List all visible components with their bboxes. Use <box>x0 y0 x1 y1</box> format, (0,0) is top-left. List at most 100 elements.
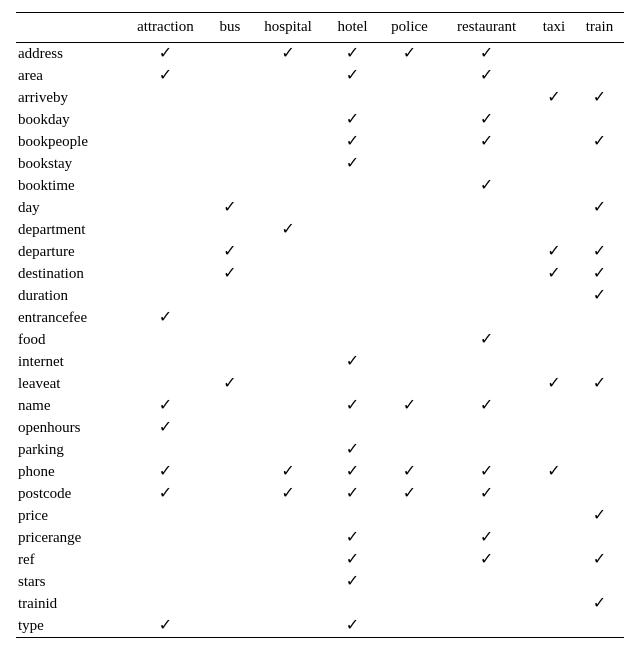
check-icon: ✓ <box>346 353 359 370</box>
cell: ✓ <box>440 549 533 571</box>
row-label: entrancefee <box>16 307 121 329</box>
cell <box>121 571 210 593</box>
table-row: type✓✓ <box>16 615 624 638</box>
cell <box>575 615 624 638</box>
cell <box>250 197 327 219</box>
table-row: name✓✓✓✓ <box>16 395 624 417</box>
cell <box>210 439 250 461</box>
table-row: internet✓ <box>16 351 624 373</box>
table-row: day✓✓ <box>16 197 624 219</box>
cell <box>575 483 624 505</box>
cell <box>379 439 441 461</box>
cell: ✓ <box>440 395 533 417</box>
cell: ✓ <box>440 109 533 131</box>
check-icon: ✓ <box>593 89 606 106</box>
row-label: ref <box>16 549 121 571</box>
check-icon: ✓ <box>346 573 359 590</box>
cell: ✓ <box>575 549 624 571</box>
table-row: duration✓ <box>16 285 624 307</box>
cell <box>250 351 327 373</box>
cell <box>121 131 210 153</box>
check-icon: ✓ <box>593 265 606 282</box>
cell <box>379 285 441 307</box>
cell: ✓ <box>326 65 378 87</box>
cell <box>575 153 624 175</box>
cell: ✓ <box>121 65 210 87</box>
row-label: stars <box>16 571 121 593</box>
cell <box>440 417 533 439</box>
cell <box>533 329 575 351</box>
cell: ✓ <box>210 197 250 219</box>
cell <box>210 175 250 197</box>
table-row: stars ✓ <box>16 571 624 593</box>
column-header: bus <box>210 13 250 43</box>
table-row: department✓ <box>16 219 624 241</box>
cell <box>326 593 378 615</box>
check-icon: ✓ <box>480 551 493 568</box>
cell <box>121 373 210 395</box>
cell <box>326 219 378 241</box>
cell <box>379 65 441 87</box>
check-icon: ✓ <box>403 45 416 62</box>
table-row: leaveat✓✓✓ <box>16 373 624 395</box>
check-icon: ✓ <box>403 485 416 502</box>
cell <box>379 307 441 329</box>
cell <box>210 593 250 615</box>
check-icon: ✓ <box>159 45 172 62</box>
check-icon: ✓ <box>159 485 172 502</box>
cell <box>210 87 250 109</box>
cell: ✓ <box>326 109 378 131</box>
cell <box>379 571 441 593</box>
cell <box>210 65 250 87</box>
cell <box>379 417 441 439</box>
cell <box>210 351 250 373</box>
cell <box>379 131 441 153</box>
cell: ✓ <box>575 505 624 527</box>
cell <box>533 549 575 571</box>
check-icon: ✓ <box>223 243 236 260</box>
table-row: booktime✓ <box>16 175 624 197</box>
table-row: pricerange✓✓ <box>16 527 624 549</box>
cell <box>379 527 441 549</box>
cell: ✓ <box>379 43 441 66</box>
check-icon: ✓ <box>547 463 560 480</box>
cell <box>575 43 624 66</box>
cell <box>533 285 575 307</box>
cell <box>533 439 575 461</box>
cell <box>326 329 378 351</box>
cell <box>210 461 250 483</box>
cell <box>533 197 575 219</box>
cell: ✓ <box>250 43 327 66</box>
check-icon: ✓ <box>593 507 606 524</box>
check-icon: ✓ <box>159 67 172 84</box>
check-icon: ✓ <box>480 45 493 62</box>
cell <box>326 263 378 285</box>
column-header: attraction <box>121 13 210 43</box>
check-icon: ✓ <box>593 133 606 150</box>
cell <box>326 505 378 527</box>
cell: ✓ <box>440 131 533 153</box>
cell <box>575 527 624 549</box>
check-icon: ✓ <box>281 221 294 238</box>
row-label: bookpeople <box>16 131 121 153</box>
table-row: trainid✓ <box>16 593 624 615</box>
cell <box>575 461 624 483</box>
cell <box>250 109 327 131</box>
cell <box>533 615 575 638</box>
cell <box>250 263 327 285</box>
cell <box>379 351 441 373</box>
cell: ✓ <box>121 615 210 638</box>
check-icon: ✓ <box>346 111 359 128</box>
check-icon: ✓ <box>480 529 493 546</box>
cell: ✓ <box>121 395 210 417</box>
cell <box>210 483 250 505</box>
cell: ✓ <box>533 461 575 483</box>
check-icon: ✓ <box>593 243 606 260</box>
check-icon: ✓ <box>159 419 172 436</box>
cell <box>121 527 210 549</box>
check-icon: ✓ <box>159 463 172 480</box>
cell <box>533 175 575 197</box>
check-icon: ✓ <box>346 617 359 634</box>
cell <box>250 417 327 439</box>
cell <box>210 219 250 241</box>
